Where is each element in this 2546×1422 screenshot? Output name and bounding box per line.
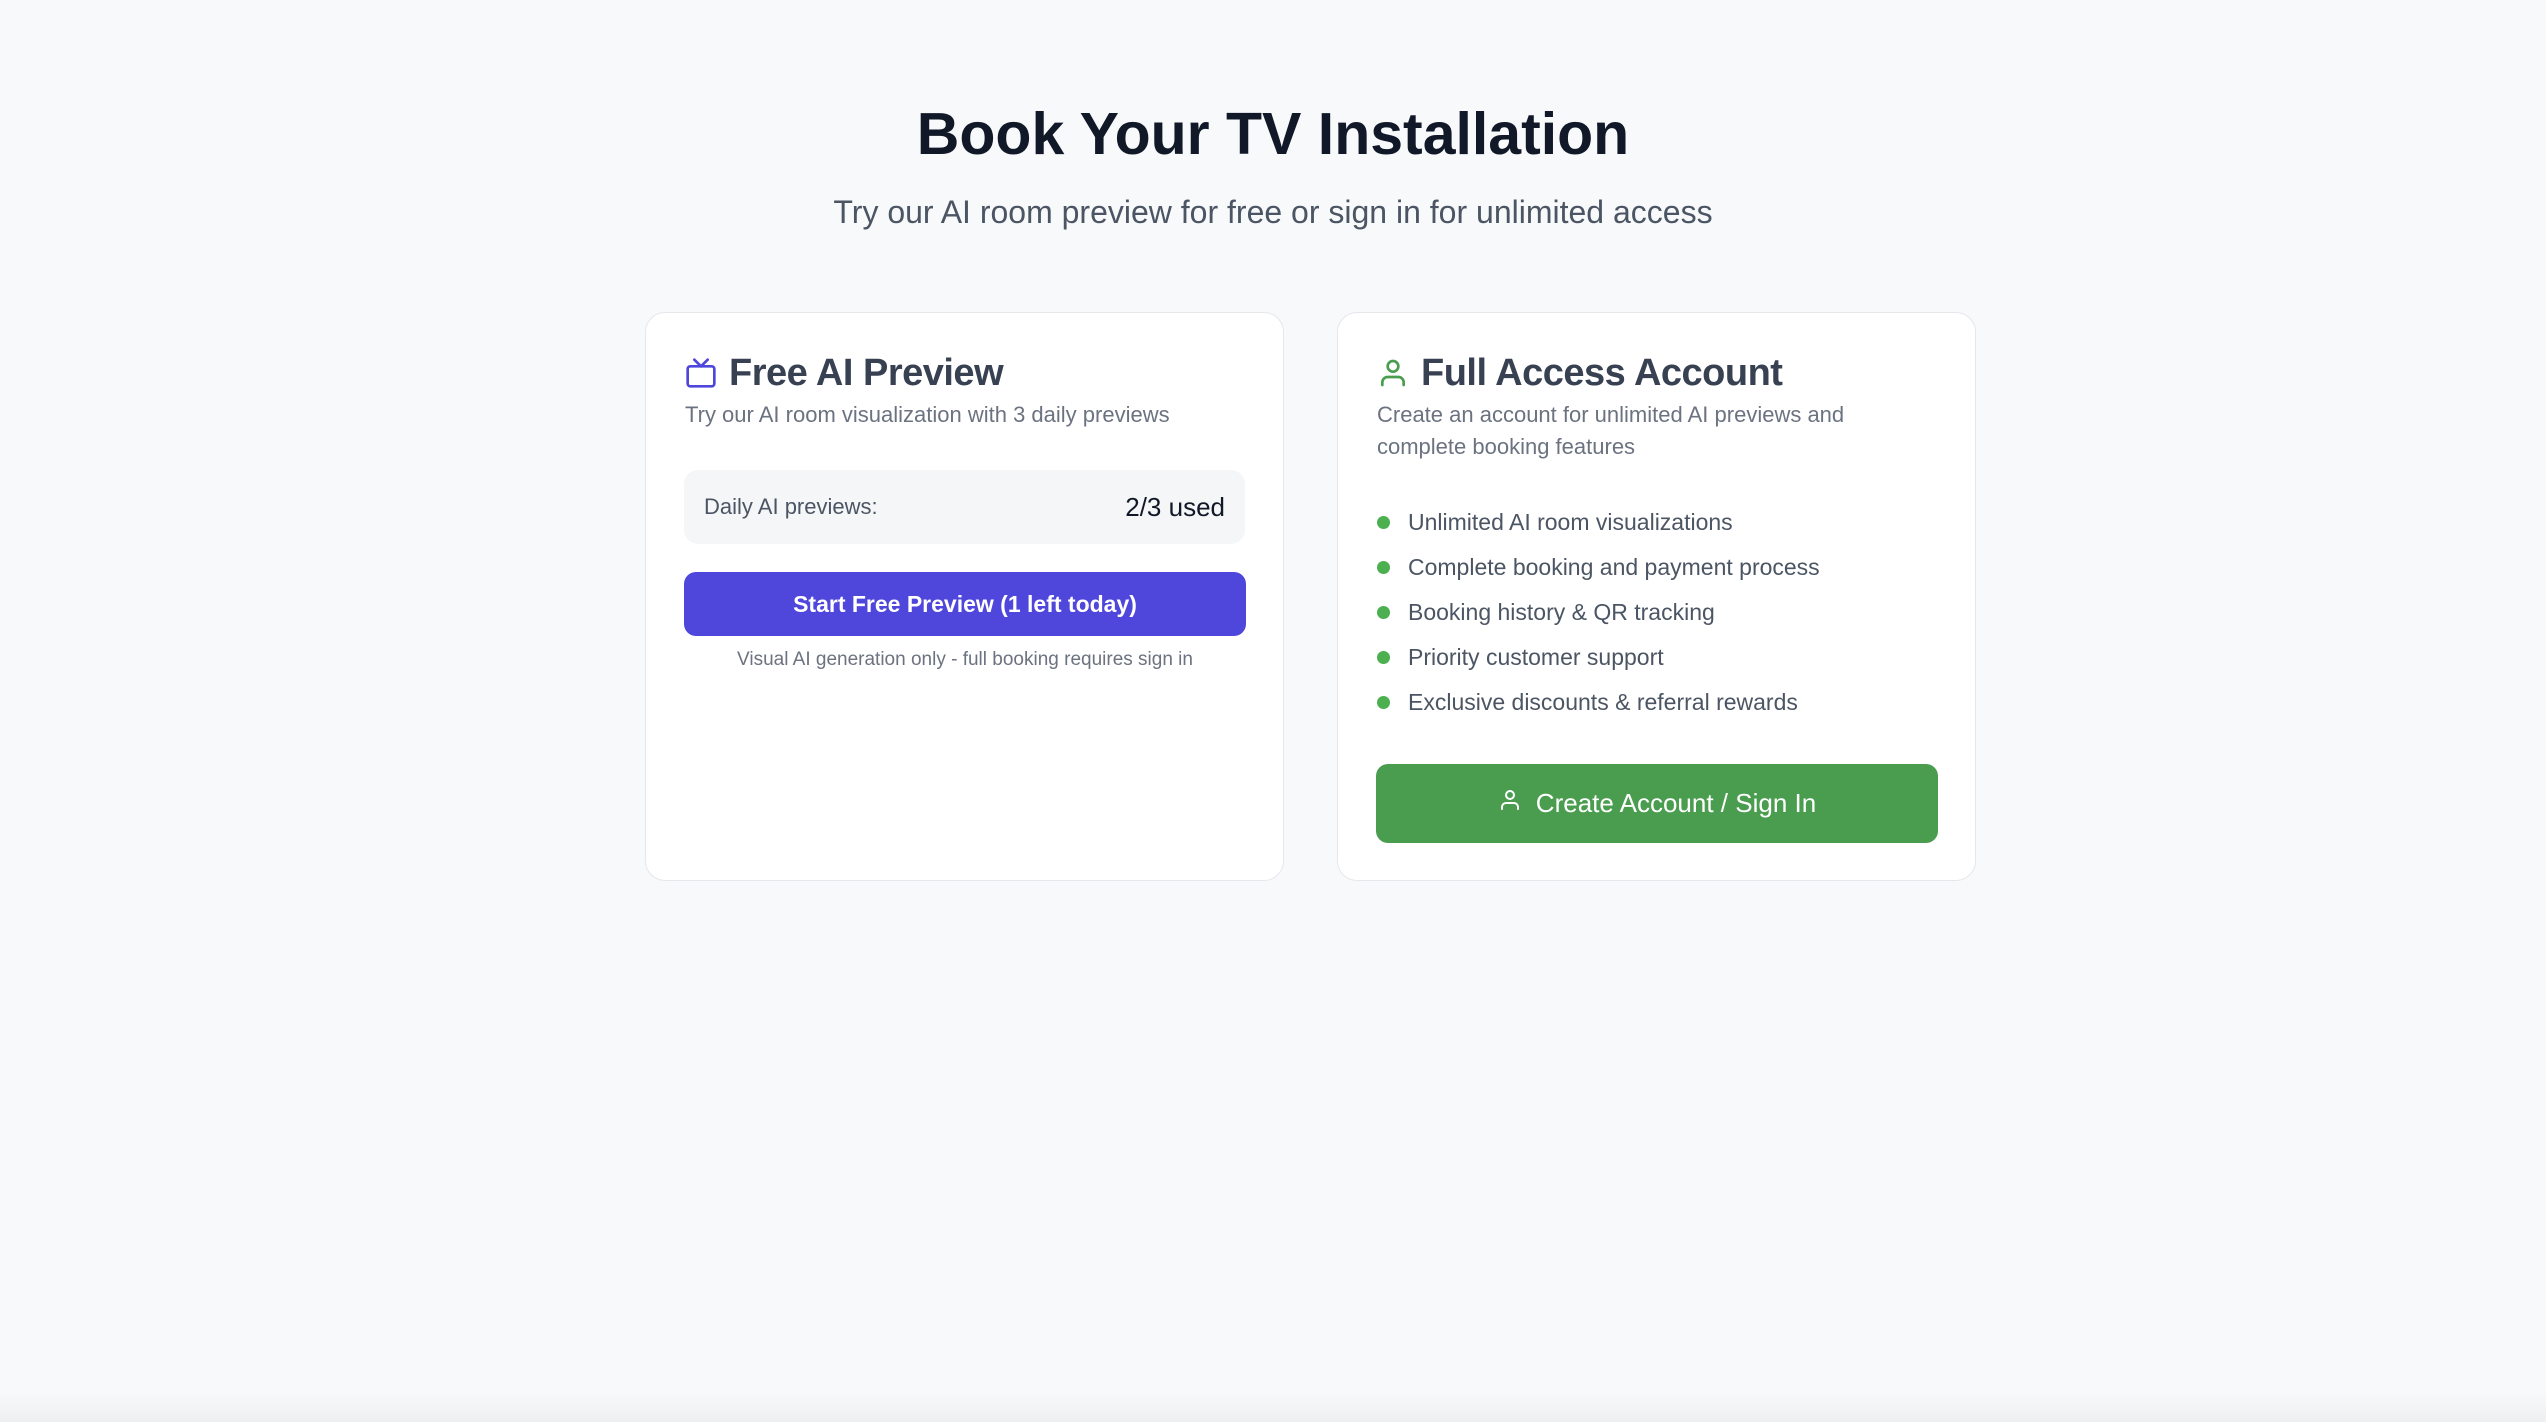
- full-card-description: Create an account for unlimited AI previ…: [1377, 402, 1845, 459]
- feature-item: Booking history & QR tracking: [1377, 590, 1820, 635]
- start-free-preview-button[interactable]: Start Free Preview (1 left today): [684, 572, 1246, 636]
- create-account-sign-in-button[interactable]: Create Account / Sign In: [1376, 764, 1938, 843]
- usage-value: 2/3 used: [1125, 491, 1225, 522]
- free-preview-note: Visual AI generation only - full booking…: [737, 649, 1193, 670]
- feature-list: Unlimited AI room visualizations Complet…: [1377, 500, 1820, 725]
- free-card-title: Free AI Preview: [729, 351, 1004, 394]
- page-title: Book Your TV Installation: [916, 101, 1630, 167]
- bullet-dot-icon: [1377, 606, 1390, 619]
- full-card-title: Full Access Account: [1421, 351, 1783, 394]
- usage-label: Daily AI previews:: [704, 494, 878, 519]
- feature-text: Booking history & QR tracking: [1408, 599, 1715, 625]
- feature-item: Exclusive discounts & referral rewards: [1377, 680, 1820, 725]
- feature-item: Priority customer support: [1377, 635, 1820, 680]
- full-card-header: Full Access Account: [1377, 343, 1783, 403]
- free-card-header: Free AI Preview: [685, 343, 1004, 403]
- bullet-dot-icon: [1377, 696, 1390, 709]
- user-icon: [1377, 357, 1409, 389]
- daily-usage-box: Daily AI previews: 2/3 used: [684, 470, 1245, 544]
- feature-item: Unlimited AI room visualizations: [1377, 500, 1820, 545]
- create-account-label: Create Account / Sign In: [1535, 788, 1817, 818]
- bullet-dot-icon: [1377, 651, 1390, 664]
- page-subtitle: Try our AI room preview for free or sign…: [833, 194, 1713, 230]
- bullet-dot-icon: [1377, 561, 1390, 574]
- bullet-dot-icon: [1377, 516, 1390, 529]
- feature-text: Exclusive discounts & referral rewards: [1408, 689, 1798, 715]
- feature-item: Complete booking and payment process: [1377, 545, 1820, 590]
- feature-text: Unlimited AI room visualizations: [1408, 509, 1733, 535]
- user-icon: [1498, 788, 1522, 819]
- tv-icon: [685, 357, 717, 389]
- full-access-card: Full Access Account Create an account fo…: [1337, 312, 1976, 881]
- bottom-fade: [0, 1392, 2546, 1422]
- feature-text: Complete booking and payment process: [1408, 554, 1820, 580]
- free-preview-card: Free AI Preview Try our AI room visualiz…: [645, 312, 1284, 881]
- feature-text: Priority customer support: [1408, 644, 1664, 670]
- free-card-description: Try our AI room visualization with 3 dai…: [685, 402, 1170, 427]
